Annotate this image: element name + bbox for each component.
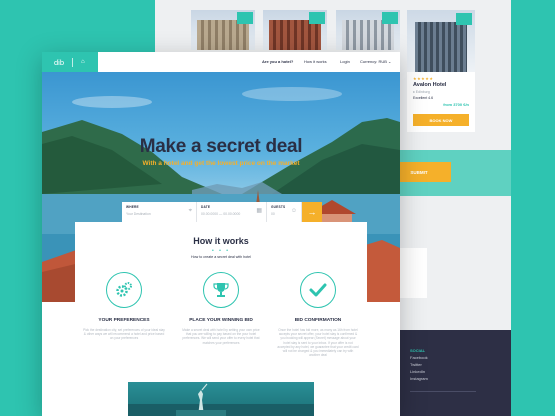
hotel-price: from 3700 €/n <box>443 102 469 107</box>
people-icon: ☺ <box>290 208 297 214</box>
top-navbar: dib ⌂ Are you a hotel? How it works Logi… <box>42 52 400 72</box>
logo[interactable]: dib ⌂ <box>42 52 98 72</box>
search-submit-button[interactable]: → <box>302 202 322 222</box>
date-label: DATE <box>201 205 211 209</box>
guests-field[interactable]: GUESTS 00 ☺ <box>267 202 302 222</box>
hotel-thumbnail[interactable] <box>336 10 400 50</box>
step-title: BID CONFIRMATION <box>294 318 342 323</box>
nav-currency-select[interactable]: Currency: RUB ⌄ <box>360 59 391 64</box>
step-title: YOUR PREFERENCES <box>98 318 150 323</box>
footer-link-linkedin[interactable]: LinkedIn <box>410 369 425 374</box>
hotel-location: ♦ Edinburg <box>413 90 430 94</box>
date-field[interactable]: DATE 00.00.0000 — 00.00.0000 ▦ <box>197 202 267 222</box>
hotel-rating: Excellent 4.6 <box>413 96 434 100</box>
hero-subtitle: With a hotel and get the lowest price on… <box>142 160 300 167</box>
section-dots: • • • <box>211 248 231 254</box>
gears-icon <box>106 272 142 308</box>
hotel-name: Avalon Hotel <box>413 82 447 88</box>
logo-divider <box>72 57 74 67</box>
video-thumbnail[interactable] <box>128 382 314 416</box>
hotel-card[interactable]: ★★★★★ Avalon Hotel ♦ Edinburg Excellent … <box>407 10 475 132</box>
nav-how-it-works[interactable]: How it works <box>304 59 327 64</box>
hotel-thumbnail[interactable] <box>263 10 327 50</box>
step-description: Once the hotel has bid more, as many as … <box>277 328 359 358</box>
book-now-button[interactable]: BOOK NOW <box>413 114 469 126</box>
discount-badge <box>382 12 398 24</box>
footer-social-title: SOCIAL <box>410 348 426 353</box>
nav-are-you-a-hotel[interactable]: Are you a hotel? <box>262 59 293 64</box>
step-winning-bid: PLACE YOUR WINNING BID Make a secret dea… <box>176 272 266 345</box>
footer-link-instagram[interactable]: Instagram <box>410 376 428 381</box>
discount-badge <box>309 12 325 24</box>
where-input[interactable]: Your Destination <box>126 212 192 216</box>
front-page: Make a secret deal With a hotel and get … <box>42 52 400 416</box>
location-pin-icon: ⌖ <box>188 208 192 214</box>
trophy-icon <box>203 272 239 308</box>
how-it-works-title: How it works <box>193 236 249 246</box>
discount-badge <box>237 12 253 24</box>
step-description: Make a secret deal with hotel by setting… <box>182 328 260 345</box>
nav-login[interactable]: Login <box>340 59 350 64</box>
arrow-right-icon: → <box>307 207 317 217</box>
search-bar: WHERE Your Destination ⌖ DATE 00.00.0000… <box>122 202 342 222</box>
step-description: Pick the destination city, set preferenc… <box>83 328 165 341</box>
footer-link-twitter[interactable]: Twitter <box>410 362 422 367</box>
hero-title: Make a secret deal <box>139 136 303 157</box>
hotel-stars: ★★★★★ <box>413 76 434 81</box>
hotel-thumbnail[interactable] <box>191 10 255 50</box>
date-input[interactable]: 00.00.0000 — 00.00.0000 <box>201 212 262 216</box>
footer-divider <box>410 391 476 392</box>
footer-link-facebook[interactable]: Facebook <box>410 355 428 360</box>
how-it-works-subtitle: How to create a secret deal with hotel <box>191 255 251 259</box>
where-field[interactable]: WHERE Your Destination ⌖ <box>122 202 197 222</box>
where-label: WHERE <box>126 205 139 209</box>
step-title: PLACE YOUR WINNING BID <box>189 318 253 323</box>
hotel-image <box>407 10 475 72</box>
logo-text: dib <box>54 57 65 67</box>
calendar-icon: ▦ <box>256 208 262 214</box>
step-preferences: YOUR PREFERENCES Pick the destination ci… <box>79 272 169 341</box>
checkmark-icon <box>300 272 336 308</box>
step-confirmation: BID CONFIRMATION Once the hotel has bid … <box>273 272 363 357</box>
bed-icon: ⌂ <box>81 59 85 65</box>
